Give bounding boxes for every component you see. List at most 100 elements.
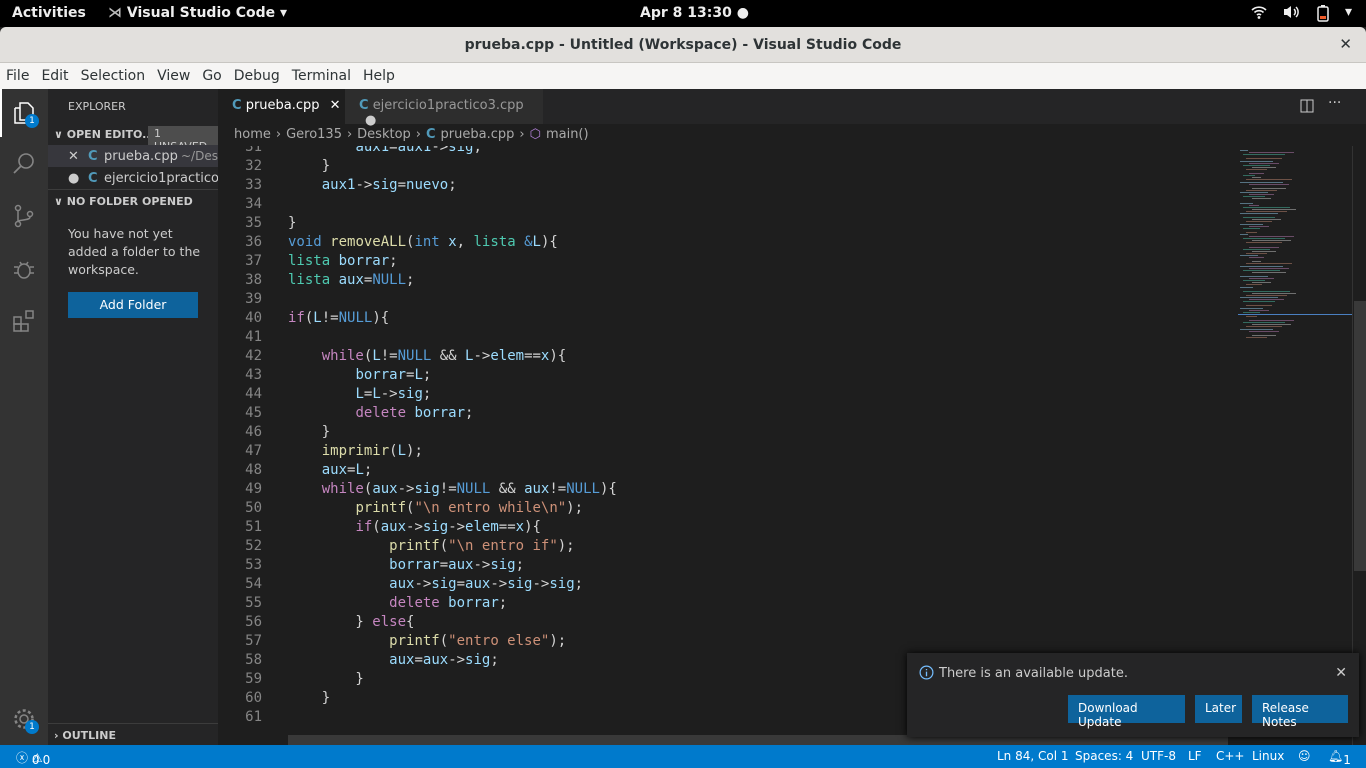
cursor-position[interactable]: Ln 84, Col 1: [997, 749, 1069, 763]
tab-prueba[interactable]: C prueba.cpp ✕: [218, 89, 345, 124]
add-folder-button[interactable]: Add Folder: [68, 292, 198, 318]
breadcrumb-file[interactable]: prueba.cpp: [441, 127, 515, 146]
no-folder-header[interactable]: ∨ NO FOLDER OPENED: [48, 189, 218, 211]
notifications-bell[interactable]: 🔔︎ 1: [1328, 749, 1351, 767]
release-notes-button[interactable]: Release Notes: [1252, 695, 1348, 729]
later-button[interactable]: Later: [1195, 695, 1242, 723]
menu-go[interactable]: Go: [202, 63, 227, 89]
code-token: =: [397, 177, 407, 193]
breadcrumb-symbol[interactable]: main(): [546, 127, 589, 146]
clock[interactable]: Apr 8 13:30 ●: [640, 5, 749, 21]
code-line[interactable]: 38 lista aux=NULL;: [218, 272, 1230, 291]
code-line[interactable]: 56 } else{: [218, 614, 1230, 633]
menu-view[interactable]: View: [157, 63, 196, 89]
code-line[interactable]: 32 }: [218, 158, 1230, 177]
breadcrumb-home[interactable]: home: [234, 127, 271, 146]
code-line[interactable]: 57 printf("entro else");: [218, 633, 1230, 652]
line-ending[interactable]: LF: [1188, 749, 1202, 763]
download-update-button[interactable]: Download Update: [1068, 695, 1185, 729]
code-line[interactable]: 36 void removeALL(int x, lista &L){: [218, 234, 1230, 253]
breadcrumb-desktop[interactable]: Desktop: [357, 127, 411, 146]
close-icon[interactable]: ✕: [68, 149, 79, 164]
code-token: borrar: [414, 405, 466, 421]
menu-selection[interactable]: Selection: [81, 63, 152, 89]
minimap-line: [1249, 320, 1294, 322]
open-editor-ejercicio[interactable]: ● C ejercicio1practico...: [48, 167, 218, 189]
minimap-line: [1243, 301, 1275, 303]
code-line[interactable]: 37 lista borrar;: [218, 253, 1230, 272]
indentation[interactable]: Spaces: 4: [1075, 749, 1133, 763]
code-token: elem: [490, 348, 525, 364]
code-line[interactable]: 45 delete borrar;: [218, 405, 1230, 424]
menu-terminal[interactable]: Terminal: [292, 63, 357, 89]
code-line[interactable]: 48 aux=L;: [218, 462, 1230, 481]
code-line[interactable]: 55 delete borrar;: [218, 595, 1230, 614]
extensions-icon[interactable]: [12, 309, 36, 333]
gear-icon[interactable]: 1: [12, 707, 39, 734]
menu-file[interactable]: File: [6, 63, 35, 89]
breadcrumb-user[interactable]: Gero135: [286, 127, 342, 146]
system-tray[interactable]: ▾: [1251, 4, 1352, 26]
more-actions-icon[interactable]: ···: [1328, 95, 1341, 111]
code-line[interactable]: 52 printf("\n entro if");: [218, 538, 1230, 557]
source-control-icon[interactable]: [12, 204, 36, 228]
code-line[interactable]: 41: [218, 329, 1230, 348]
code-line[interactable]: 51 if(aux->sig->elem==x){: [218, 519, 1230, 538]
code-token: L: [313, 310, 322, 326]
code-line[interactable]: 42 while(L!=NULL && L->elem==x){: [218, 348, 1230, 367]
app-menu[interactable]: ⋊ Visual Studio Code ▾: [108, 5, 287, 21]
search-icon[interactable]: [12, 151, 36, 175]
os-indicator[interactable]: Linux: [1252, 749, 1284, 763]
minimap-line: [1240, 307, 1263, 309]
line-number: 37: [245, 253, 262, 269]
window-titlebar: prueba.cpp - Untitled (Workspace) - Visu…: [0, 27, 1366, 63]
problems-indicator[interactable]: ⓧ 0 ⚠ 0: [16, 749, 50, 767]
minimap-line: [1243, 290, 1290, 292]
menu-edit[interactable]: Edit: [41, 63, 74, 89]
code-line[interactable]: 47 imprimir(L);: [218, 443, 1230, 462]
code-line[interactable]: 33 aux1->sig=nuevo;: [218, 177, 1230, 196]
language-mode[interactable]: C++: [1216, 749, 1245, 763]
open-editors-header[interactable]: ∨ OPEN EDITO... 1 UNSAVED: [48, 123, 218, 154]
code-text: }: [288, 215, 296, 231]
menu-help[interactable]: Help: [363, 63, 401, 89]
close-notification-icon[interactable]: ✕: [1335, 665, 1347, 681]
code-line[interactable]: 53 borrar=aux->sig;: [218, 557, 1230, 576]
code-line[interactable]: 46 }: [218, 424, 1230, 443]
line-number: 49: [245, 481, 262, 497]
code-token: aux: [380, 519, 407, 535]
code-line[interactable]: 35}: [218, 215, 1230, 234]
minimap-line: [1240, 202, 1253, 204]
line-number: 39: [245, 291, 262, 307]
code-token: elem: [465, 519, 499, 535]
code-line[interactable]: 49 while(aux->sig!=NULL && aux!=NULL){: [218, 481, 1230, 500]
split-editor-icon[interactable]: [1300, 98, 1314, 117]
open-editor-prueba[interactable]: ✕ C prueba.cpp ~/Des...: [48, 145, 218, 167]
code-line[interactable]: 31 aux1=aux1->sig;: [218, 146, 1230, 158]
activities-button[interactable]: Activities: [12, 5, 86, 21]
files-icon[interactable]: 1: [12, 101, 39, 128]
code-line[interactable]: 34: [218, 196, 1230, 215]
code-line[interactable]: 39: [218, 291, 1230, 310]
code-token: else: [372, 614, 407, 630]
feedback-icon[interactable]: ☺: [1298, 749, 1311, 763]
outline-header[interactable]: › OUTLINE: [48, 723, 218, 745]
minimap-line: [1243, 154, 1285, 156]
tab-ejercicio[interactable]: C ejercicio1practico3.cpp ●: [345, 89, 543, 128]
code-line[interactable]: 50 printf("\n entro while\n");: [218, 500, 1230, 519]
menu-debug[interactable]: Debug: [234, 63, 286, 89]
code-line[interactable]: 54 aux->sig=aux->sig->sig;: [218, 576, 1230, 595]
close-tab-icon[interactable]: ✕: [330, 98, 341, 113]
encoding[interactable]: UTF-8: [1141, 749, 1176, 763]
code-token: ){: [540, 234, 558, 250]
code-line[interactable]: 40 if(L!=NULL){: [218, 310, 1230, 329]
code-line[interactable]: 43 borrar=L;: [218, 367, 1230, 386]
close-window-icon[interactable]: ✕: [1339, 35, 1352, 53]
debug-icon[interactable]: [12, 257, 36, 281]
code-line[interactable]: 44 L=L->sig;: [218, 386, 1230, 405]
